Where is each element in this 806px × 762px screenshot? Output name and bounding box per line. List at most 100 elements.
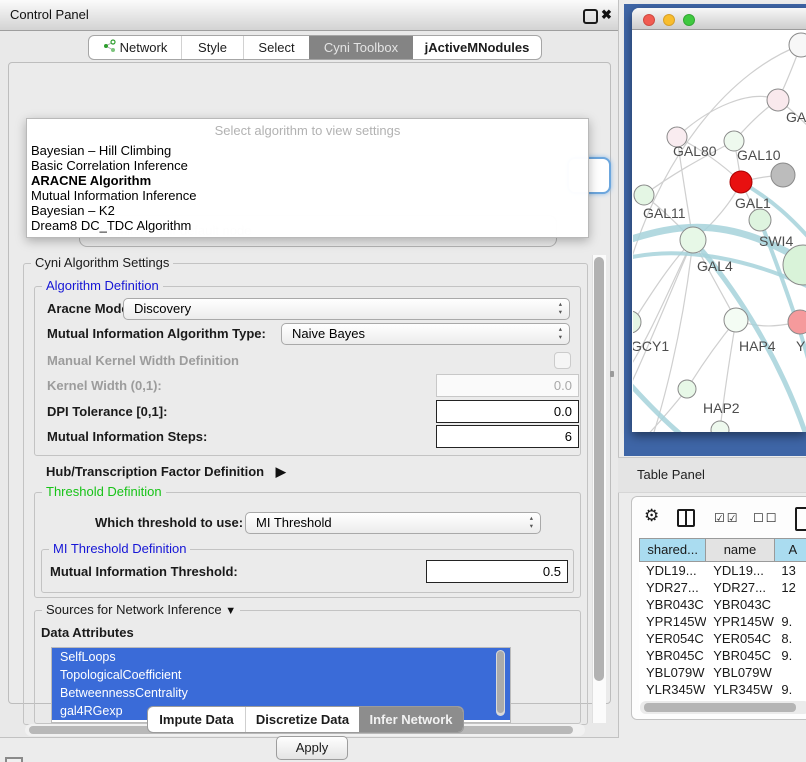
network-node[interactable] (633, 311, 641, 333)
tab-label: Style (198, 36, 227, 59)
tab-infer-network[interactable]: Infer Network (359, 707, 463, 732)
window-close-icon[interactable]: ✖ (601, 7, 612, 23)
network-canvas[interactable]: GALGAL80GAL10GAL1GAL11SWI4GAL4GCY1HAP4YH… (633, 30, 806, 432)
table-cell: YBR043C (706, 596, 774, 613)
table-cell: YLR345W (639, 681, 706, 698)
algorithm-option[interactable]: Bayesian – K2 (30, 203, 585, 218)
hub-section-label[interactable]: Hub/Transcription Factor Definition ▶ (46, 464, 286, 480)
table-horizontal-scrollbar[interactable] (640, 701, 806, 714)
kernel-width-label: Kernel Width (0,1): (47, 378, 162, 393)
network-node[interactable] (678, 380, 696, 398)
kernel-width-value: 0.0 (554, 378, 572, 393)
gear-icon[interactable]: ⚙ (644, 506, 659, 526)
vertical-scrollbar[interactable] (592, 255, 606, 723)
attribute-item[interactable]: BetweennessCentrality (52, 684, 510, 702)
network-node[interactable] (788, 310, 806, 334)
panel-splitter-handle[interactable] (610, 371, 614, 377)
aracne-mode-combo[interactable]: Discovery ▴▾ (123, 298, 570, 320)
network-edge[interactable] (687, 320, 736, 389)
tab-impute-data[interactable]: Impute Data (148, 707, 245, 732)
apply-button[interactable]: Apply (276, 736, 348, 760)
dpi-tolerance-field[interactable]: 0.0 (436, 400, 579, 423)
cyni-algorithm-settings-title: Cyni Algorithm Settings (31, 255, 173, 270)
network-edge[interactable] (677, 96, 778, 137)
which-threshold-combo[interactable]: MI Threshold ▴▾ (245, 512, 541, 534)
collapse-down-icon[interactable]: ▼ (225, 605, 236, 617)
network-node-label: Y (796, 338, 806, 354)
table-row[interactable]: YPR145WYPR145W9. (639, 613, 806, 630)
split-columns-icon[interactable] (677, 509, 695, 527)
control-panel-window: Control Panel ✖ NetworkStyleSelectCyni T… (0, 0, 619, 738)
cyni-toolbox-panel: gal4filtered.sif default node Select alg… (8, 62, 611, 704)
attribute-item[interactable]: SelfLoops (52, 648, 510, 666)
table-row[interactable]: YBR045CYBR045C9. (639, 647, 806, 664)
tab-style[interactable]: Style (181, 36, 243, 59)
select-all-checkbox-icon[interactable]: ☑☑ (714, 511, 740, 525)
mi-algorithm-type-combo[interactable]: Naive Bayes ▴▾ (281, 323, 570, 345)
tab-cyni-toolbox[interactable]: Cyni Toolbox (309, 36, 413, 59)
attributes-scrollbar[interactable] (496, 650, 505, 716)
mi-threshold-field[interactable]: 0.5 (426, 560, 568, 583)
table-row[interactable]: YBR043CYBR043C (639, 596, 806, 613)
column-header[interactable]: shared... (639, 538, 706, 562)
apply-button-label: Apply (296, 740, 329, 755)
column-header[interactable]: A (775, 538, 806, 562)
table-cell: YBL079W (706, 664, 774, 681)
network-view-panel: GALGAL80GAL10GAL1GAL11SWI4GAL4GCY1HAP4YH… (624, 4, 806, 456)
network-edge[interactable] (693, 240, 736, 320)
mi-steps-field[interactable]: 6 (436, 425, 579, 448)
network-edge-thick[interactable] (741, 182, 806, 240)
network-node[interactable] (730, 171, 752, 193)
bottom-left-grip[interactable] (5, 757, 23, 762)
table-row[interactable]: YLR345WYLR345W9. (639, 681, 806, 698)
algorithm-option[interactable]: Basic Correlation Inference (30, 158, 585, 173)
page-icon[interactable] (795, 507, 806, 531)
close-traffic-light-icon[interactable] (643, 14, 655, 26)
minimize-traffic-light-icon[interactable] (663, 14, 675, 26)
mi-threshold-group: MI Threshold Definition Mutual Informati… (41, 549, 574, 593)
algorithm-option[interactable]: Mutual Information Inference (30, 188, 585, 203)
algorithm-definition-title: Algorithm Definition (42, 278, 163, 293)
network-node[interactable] (789, 33, 806, 57)
network-window: GALGAL80GAL10GAL1GAL11SWI4GAL4GCY1HAP4YH… (632, 8, 806, 432)
table-cell: YBL079W (639, 664, 706, 681)
algorithm-option[interactable]: Dream8 DC_TDC Algorithm (30, 218, 585, 233)
attribute-item[interactable]: TopologicalCoefficient (52, 666, 510, 684)
tab-select[interactable]: Select (243, 36, 309, 59)
zoom-traffic-light-icon[interactable] (683, 14, 695, 26)
node-table: shared...nameAYDL19...YDL19...13YDR27...… (639, 538, 806, 710)
table-row[interactable]: YDR27...YDR27...12 (639, 579, 806, 596)
window-float-icon[interactable] (583, 9, 598, 24)
table-cell: YBR045C (639, 647, 706, 664)
combo-spinner-icon: ▴▾ (530, 515, 533, 531)
tab-jactivemnodules[interactable]: jActiveMNodules (413, 36, 541, 59)
manual-kernel-checkbox[interactable] (554, 352, 571, 369)
tab-network[interactable]: Network (89, 36, 181, 59)
algorithm-option[interactable]: ARACNE Algorithm (30, 173, 585, 188)
network-node[interactable] (711, 421, 729, 432)
expand-right-icon[interactable]: ▶ (276, 464, 286, 479)
network-node-label: GAL10 (737, 147, 781, 163)
hub-section-text: Hub/Transcription Factor Definition (46, 464, 264, 479)
network-node[interactable] (634, 185, 654, 205)
network-node-label: GAL11 (643, 205, 686, 221)
network-node[interactable] (724, 308, 748, 332)
network-node[interactable] (749, 209, 771, 231)
tab-discretize-data[interactable]: Discretize Data (245, 707, 359, 732)
algorithm-option[interactable]: Bayesian – Hill Climbing (30, 143, 585, 158)
table-row[interactable]: YDL19...YDL19...13 (639, 562, 806, 579)
network-node[interactable] (680, 227, 706, 253)
deselect-all-checkbox-icon[interactable]: ☐☐ (753, 511, 779, 525)
network-node[interactable] (767, 89, 789, 111)
mi-steps-value: 6 (565, 429, 572, 444)
table-row[interactable]: YBL079WYBL079W (639, 664, 806, 681)
algorithm-popup-list: Bayesian – Hill ClimbingBasic Correlatio… (30, 143, 585, 233)
table-cell: YDL19... (706, 562, 774, 579)
network-node[interactable] (771, 163, 795, 187)
kernel-width-field[interactable]: 0.0 (436, 374, 579, 397)
which-threshold-label: Which threshold to use: (95, 515, 243, 530)
network-edge[interactable] (633, 240, 693, 390)
algorithm-popup-placeholder: Select algorithm to view settings (27, 123, 588, 138)
column-header[interactable]: name (706, 538, 774, 562)
table-row[interactable]: YER054CYER054C8. (639, 630, 806, 647)
